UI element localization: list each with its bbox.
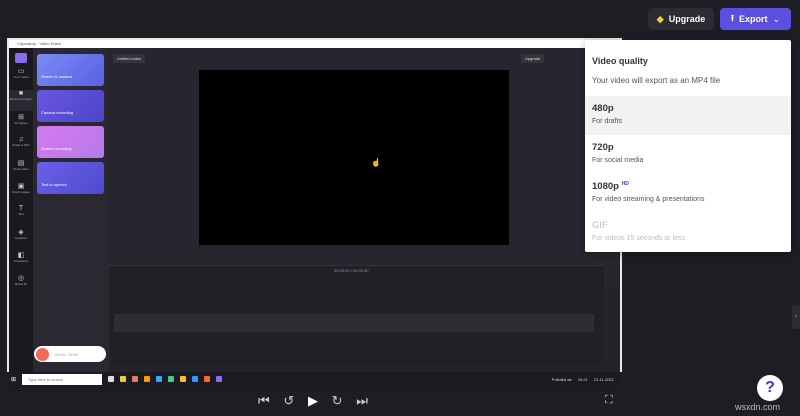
- weather: Polluted air: [551, 376, 572, 382]
- upload-icon: ⭱: [730, 13, 735, 23]
- skip-forward-icon[interactable]: ⏭: [356, 393, 368, 409]
- graphics-icon: ◈: [18, 229, 24, 236]
- menu-subtitle: Your video will export as an MP4 file: [592, 76, 721, 85]
- record-button[interactable]: [36, 347, 49, 361]
- sidebar-item[interactable]: ◧ Transitions: [9, 251, 33, 272]
- sidebar-item[interactable]: ■ Record & create: [9, 90, 33, 111]
- sidebar-item[interactable]: ◎ Brand kit: [9, 274, 33, 295]
- fullscreen-icon[interactable]: ⛶: [605, 394, 613, 407]
- sidebar-item[interactable]: T Text: [9, 205, 33, 226]
- clock-date: 21-11-2021: [593, 376, 614, 382]
- skip-back-icon[interactable]: ⏮: [258, 393, 270, 409]
- project-title[interactable]: Untitled video: [113, 54, 146, 63]
- video-preview[interactable]: ☝: [199, 70, 509, 245]
- sidebar-item[interactable]: ▤ Stock video: [9, 159, 33, 180]
- watermark: wsxdn.com: [735, 402, 781, 412]
- text-icon: T: [18, 205, 24, 212]
- export-button[interactable]: ⭱ Export ⌄: [720, 8, 791, 30]
- sidebar-item[interactable]: ▣ Stock images: [9, 182, 33, 203]
- app-icon[interactable]: [216, 376, 223, 382]
- brand-icon: ◎: [17, 275, 25, 282]
- option-1080p[interactable]: 1080p HD For video streaming & presentati…: [585, 174, 791, 213]
- chevron-down-icon: ⌄: [772, 13, 781, 24]
- diamond-icon: ◆: [656, 13, 664, 24]
- editor-sidebar: ▭ Your media ■ Record & create ⊞ Templates …: [9, 48, 33, 372]
- card-screen-camera[interactable]: Screen & camera: [37, 54, 104, 86]
- help-button[interactable]: ?: [757, 375, 783, 401]
- embedded-screenshot: Clipchamp - Video Editor ▭ Your media ■ Re…: [7, 38, 622, 374]
- windows-taskbar: ⊞ Type here to search Polluted air 19:21…: [7, 372, 622, 386]
- sidebar-item[interactable]: ◈ Graphics: [9, 228, 33, 249]
- option-gif[interactable]: GIF For videos 15 seconds or less: [585, 213, 791, 252]
- option-480p[interactable]: 480p For drafts: [585, 96, 791, 135]
- folder-icon: ▭: [17, 68, 25, 75]
- film-icon: ▤: [17, 160, 25, 167]
- camera-icon: ■: [18, 90, 24, 97]
- music-icon: ♫: [18, 136, 24, 143]
- sidebar-item[interactable]: ▭ Your media: [9, 67, 33, 88]
- export-quality-menu: Video quality Your video will export as …: [585, 40, 791, 252]
- hd-badge: HD: [621, 181, 629, 187]
- forward-5s-icon[interactable]: ↻: [332, 393, 343, 409]
- embedded-upgrade-button[interactable]: Upgrade: [521, 54, 545, 63]
- clock-time: 19:21: [577, 376, 588, 382]
- timeline[interactable]: 00:00.00 / 00:00.00: [109, 265, 604, 365]
- timeline-track[interactable]: [114, 314, 594, 332]
- app-icon[interactable]: [108, 376, 115, 382]
- app-icon[interactable]: [168, 376, 175, 382]
- image-icon: ▣: [17, 183, 25, 190]
- rewind-5s-icon[interactable]: ↺: [283, 393, 294, 409]
- app-icon[interactable]: [132, 376, 139, 382]
- app-icon[interactable]: [156, 376, 163, 382]
- upgrade-button[interactable]: ◆ Upgrade: [648, 8, 714, 30]
- cursor-icon: ☝: [371, 158, 381, 167]
- recording-control[interactable]: 00:00 / 30:00: [34, 346, 106, 362]
- player-controls: ⏮ ↺ ▶ ↻ ⏭: [258, 392, 368, 410]
- sidebar-item[interactable]: ⊞ Templates: [9, 113, 33, 134]
- app-icon[interactable]: [192, 376, 199, 382]
- play-icon[interactable]: ▶: [308, 393, 318, 409]
- windows-start-icon[interactable]: ⊞: [11, 376, 16, 383]
- card-screen-recording[interactable]: Screen recording: [37, 126, 104, 158]
- card-camera-recording[interactable]: Camera recording: [37, 90, 104, 122]
- app-icon[interactable]: [120, 376, 127, 382]
- option-720p[interactable]: 720p For social media: [585, 135, 791, 174]
- transitions-icon: ◧: [17, 252, 25, 259]
- menu-title: Video quality: [592, 56, 648, 66]
- app-icon[interactable]: [204, 376, 211, 382]
- app-icon[interactable]: [180, 376, 187, 382]
- timecode: 00:00.00 / 00:00.00: [334, 268, 369, 273]
- taskbar-search[interactable]: Type here to search: [22, 373, 103, 385]
- app-icon[interactable]: [144, 376, 151, 382]
- templates-icon: ⊞: [18, 114, 24, 121]
- window-title: Clipchamp - Video Editor: [9, 40, 620, 48]
- panel-collapse-handle[interactable]: ‹: [792, 305, 800, 329]
- sidebar-item[interactable]: ♫ Music & SFX: [9, 136, 33, 157]
- record-panel: Screen & camera Camera recording Screen …: [33, 48, 109, 372]
- clipchamp-logo: [15, 53, 27, 63]
- card-text-to-speech[interactable]: Text to speech: [37, 162, 104, 194]
